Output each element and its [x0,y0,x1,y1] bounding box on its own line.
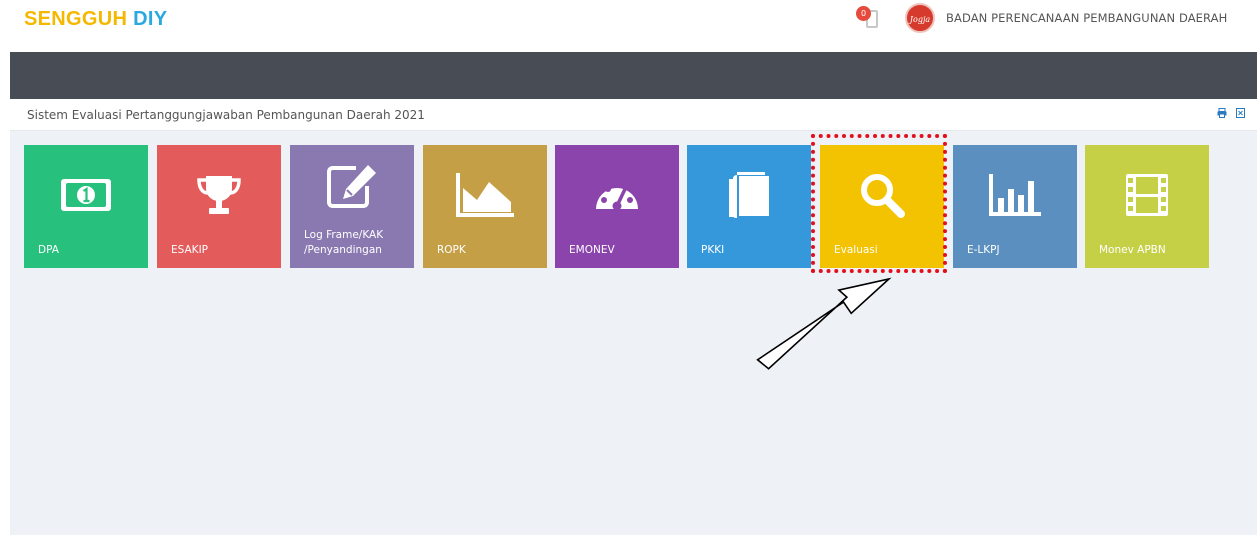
tile-label: DPA [38,244,59,256]
trophy-icon [157,165,281,225]
logo-text-sengguh: SENGGUH [24,8,128,30]
money-icon [24,165,148,225]
print-icon[interactable] [1217,108,1230,121]
tile-label: ROPK [437,244,466,256]
edit-icon [290,155,414,215]
dashboard-icon [555,165,679,225]
area-chart-icon [423,165,547,225]
bar-chart-icon [953,165,1077,225]
app-logo[interactable]: SENGGUH DIY [24,8,167,31]
avatar[interactable]: Jogja [905,3,935,33]
page-tools [1211,108,1245,121]
tile-label: PKKI [701,244,725,256]
notification-badge: 0 [856,6,871,21]
tile-dpa[interactable]: DPA [24,145,148,268]
tile-emonev[interactable]: EMONEV [555,145,679,268]
notification-button[interactable]: 0 [856,6,884,32]
logo-text-diy: DIY [133,8,168,30]
book-icon [687,165,811,225]
tile-label: Log Frame/KAK /Penyandingan [304,228,383,258]
top-header: SENGGUH DIY 0 Jogja BADAN PERENCANAAN PE… [0,0,1257,52]
tile-label-line2: /Penyandingan [304,244,382,256]
main-navbar [10,52,1257,99]
tile-label: E-LKPJ [967,244,1000,256]
export-icon[interactable] [1236,108,1245,121]
tile-monev-apbn[interactable]: Monev APBN [1085,145,1209,268]
tile-log-frame[interactable]: Log Frame/KAK /Penyandingan [290,145,414,268]
tile-pkki[interactable]: PKKI [687,145,811,268]
pointer-arrow-icon [756,277,892,370]
tile-label: Monev APBN [1099,244,1166,256]
tile-label: ESAKIP [171,244,208,256]
highlight-box [811,134,947,273]
tile-ropk[interactable]: ROPK [423,145,547,268]
organization-name[interactable]: BADAN PERENCANAAN PEMBANGUNAN DAERAH [946,11,1227,25]
tile-label: EMONEV [569,244,615,256]
breadcrumb: Sistem Evaluasi Pertanggungjawaban Pemba… [10,99,1257,131]
page-title: Sistem Evaluasi Pertanggungjawaban Pemba… [27,108,425,122]
tile-e-lkpj[interactable]: E-LKPJ [953,145,1077,268]
tile-esakip[interactable]: ESAKIP [157,145,281,268]
tile-label-line1: Log Frame/KAK [304,229,384,241]
film-icon [1085,165,1209,225]
